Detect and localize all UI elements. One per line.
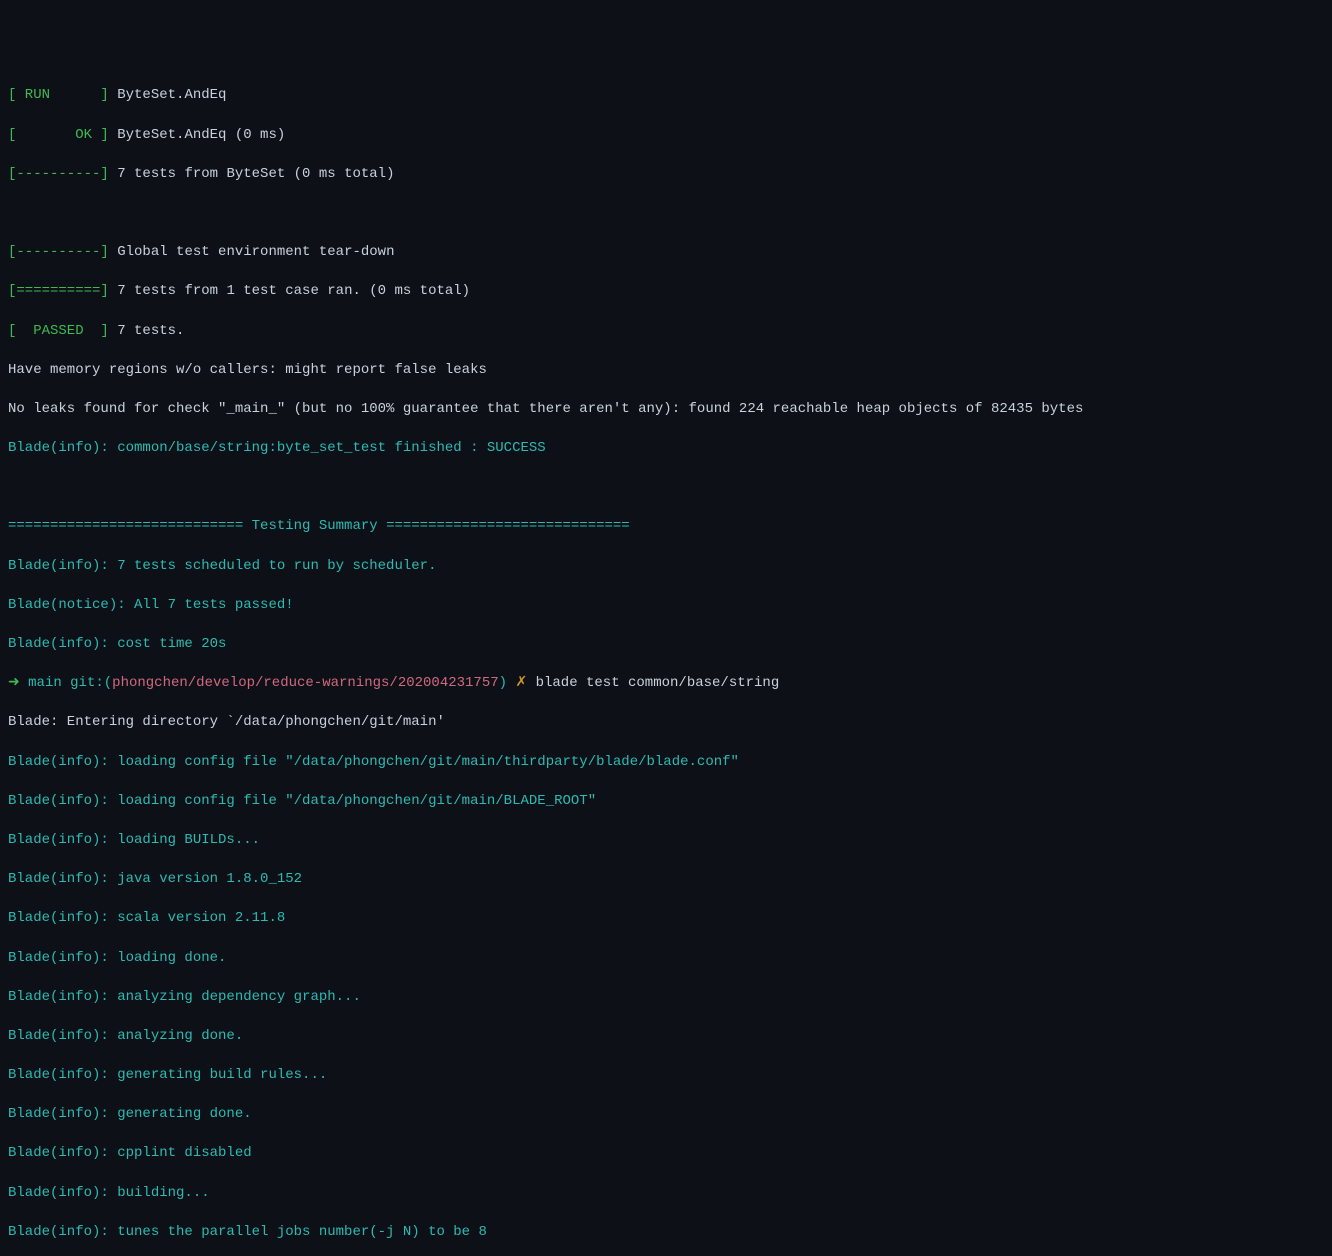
blade-building: Blade(info): building... bbox=[8, 1184, 1324, 1204]
blade-jobs: Blade(info): tunes the parallel jobs num… bbox=[8, 1223, 1324, 1243]
blade-finish-line: Blade(info): common/base/string:byte_set… bbox=[8, 439, 1324, 459]
blade-java: Blade(info): java version 1.8.0_152 bbox=[8, 870, 1324, 890]
gtest-passed-text: 7 tests. bbox=[109, 323, 185, 339]
gtest-eq-prefix: [==========] bbox=[8, 283, 109, 299]
summary-cost: Blade(info): cost time 20s bbox=[8, 635, 1324, 655]
prompt-git-label: git:( bbox=[70, 675, 112, 691]
blade-entering: Blade: Entering directory `/data/phongch… bbox=[8, 713, 1324, 733]
blank-line-2 bbox=[8, 478, 1324, 498]
gtest-eq-line: [==========] 7 tests from 1 test case ra… bbox=[8, 282, 1324, 302]
blade-loading-done: Blade(info): loading done. bbox=[8, 949, 1324, 969]
blank-line bbox=[8, 204, 1324, 224]
blade-builds: Blade(info): loading BUILDs... bbox=[8, 831, 1324, 851]
blade-gen-done: Blade(info): generating done. bbox=[8, 1105, 1324, 1125]
blade-dep-done: Blade(info): analyzing done. bbox=[8, 1027, 1324, 1047]
summary-header: ============================ Testing Sum… bbox=[8, 517, 1324, 537]
gtest-dash-text: 7 tests from ByteSet (0 ms total) bbox=[109, 166, 395, 182]
gtest-run-prefix: [ RUN ] bbox=[8, 87, 109, 103]
prompt-branch: phongchen/develop/reduce-warnings/202004… bbox=[112, 675, 498, 691]
prompt-dirty-icon: ✗ bbox=[507, 675, 527, 691]
gtest-dash-line: [----------] 7 tests from ByteSet (0 ms … bbox=[8, 165, 1324, 185]
summary-header-mid: Testing Summary bbox=[252, 518, 378, 534]
blade-cpplint: Blade(info): cpplint disabled bbox=[8, 1144, 1324, 1164]
summary-header-left: ============================ bbox=[8, 518, 252, 534]
gtest-teardown-prefix: [----------] bbox=[8, 244, 109, 260]
gtest-ok-prefix: [ OK ] bbox=[8, 127, 109, 143]
gtest-teardown-line: [----------] Global test environment tea… bbox=[8, 243, 1324, 263]
gtest-passed-line: [ PASSED ] 7 tests. bbox=[8, 322, 1324, 342]
gtest-run-name: ByteSet.AndEq bbox=[109, 87, 227, 103]
gtest-teardown-text: Global test environment tear-down bbox=[109, 244, 395, 260]
gtest-run-line: [ RUN ] ByteSet.AndEq bbox=[8, 86, 1324, 106]
prompt-git-close: ) bbox=[499, 675, 507, 691]
blade-scala: Blade(info): scala version 2.11.8 bbox=[8, 909, 1324, 929]
summary-scheduled: Blade(info): 7 tests scheduled to run by… bbox=[8, 557, 1324, 577]
gtest-ok-line: [ OK ] ByteSet.AndEq (0 ms) bbox=[8, 126, 1324, 146]
prompt-command: blade test common/base/string bbox=[527, 675, 779, 691]
blade-cfg1: Blade(info): loading config file "/data/… bbox=[8, 753, 1324, 773]
blade-cfg2: Blade(info): loading config file "/data/… bbox=[8, 792, 1324, 812]
summary-header-right: ============================= bbox=[378, 518, 630, 534]
mem-line-1: Have memory regions w/o callers: might r… bbox=[8, 361, 1324, 381]
summary-passed: Blade(notice): All 7 tests passed! bbox=[8, 596, 1324, 616]
blade-dep: Blade(info): analyzing dependency graph.… bbox=[8, 988, 1324, 1008]
prompt-line[interactable]: ➜ main git:(phongchen/develop/reduce-war… bbox=[8, 674, 1324, 694]
prompt-dir: main bbox=[28, 675, 70, 691]
gtest-eq-text: 7 tests from 1 test case ran. (0 ms tota… bbox=[109, 283, 470, 299]
mem-line-2: No leaks found for check "_main_" (but n… bbox=[8, 400, 1324, 420]
gtest-ok-name: ByteSet.AndEq (0 ms) bbox=[109, 127, 285, 143]
gtest-dash-prefix: [----------] bbox=[8, 166, 109, 182]
gtest-passed-prefix: [ PASSED ] bbox=[8, 323, 109, 339]
blade-gen: Blade(info): generating build rules... bbox=[8, 1066, 1324, 1086]
prompt-arrow-icon: ➜ bbox=[8, 675, 28, 691]
